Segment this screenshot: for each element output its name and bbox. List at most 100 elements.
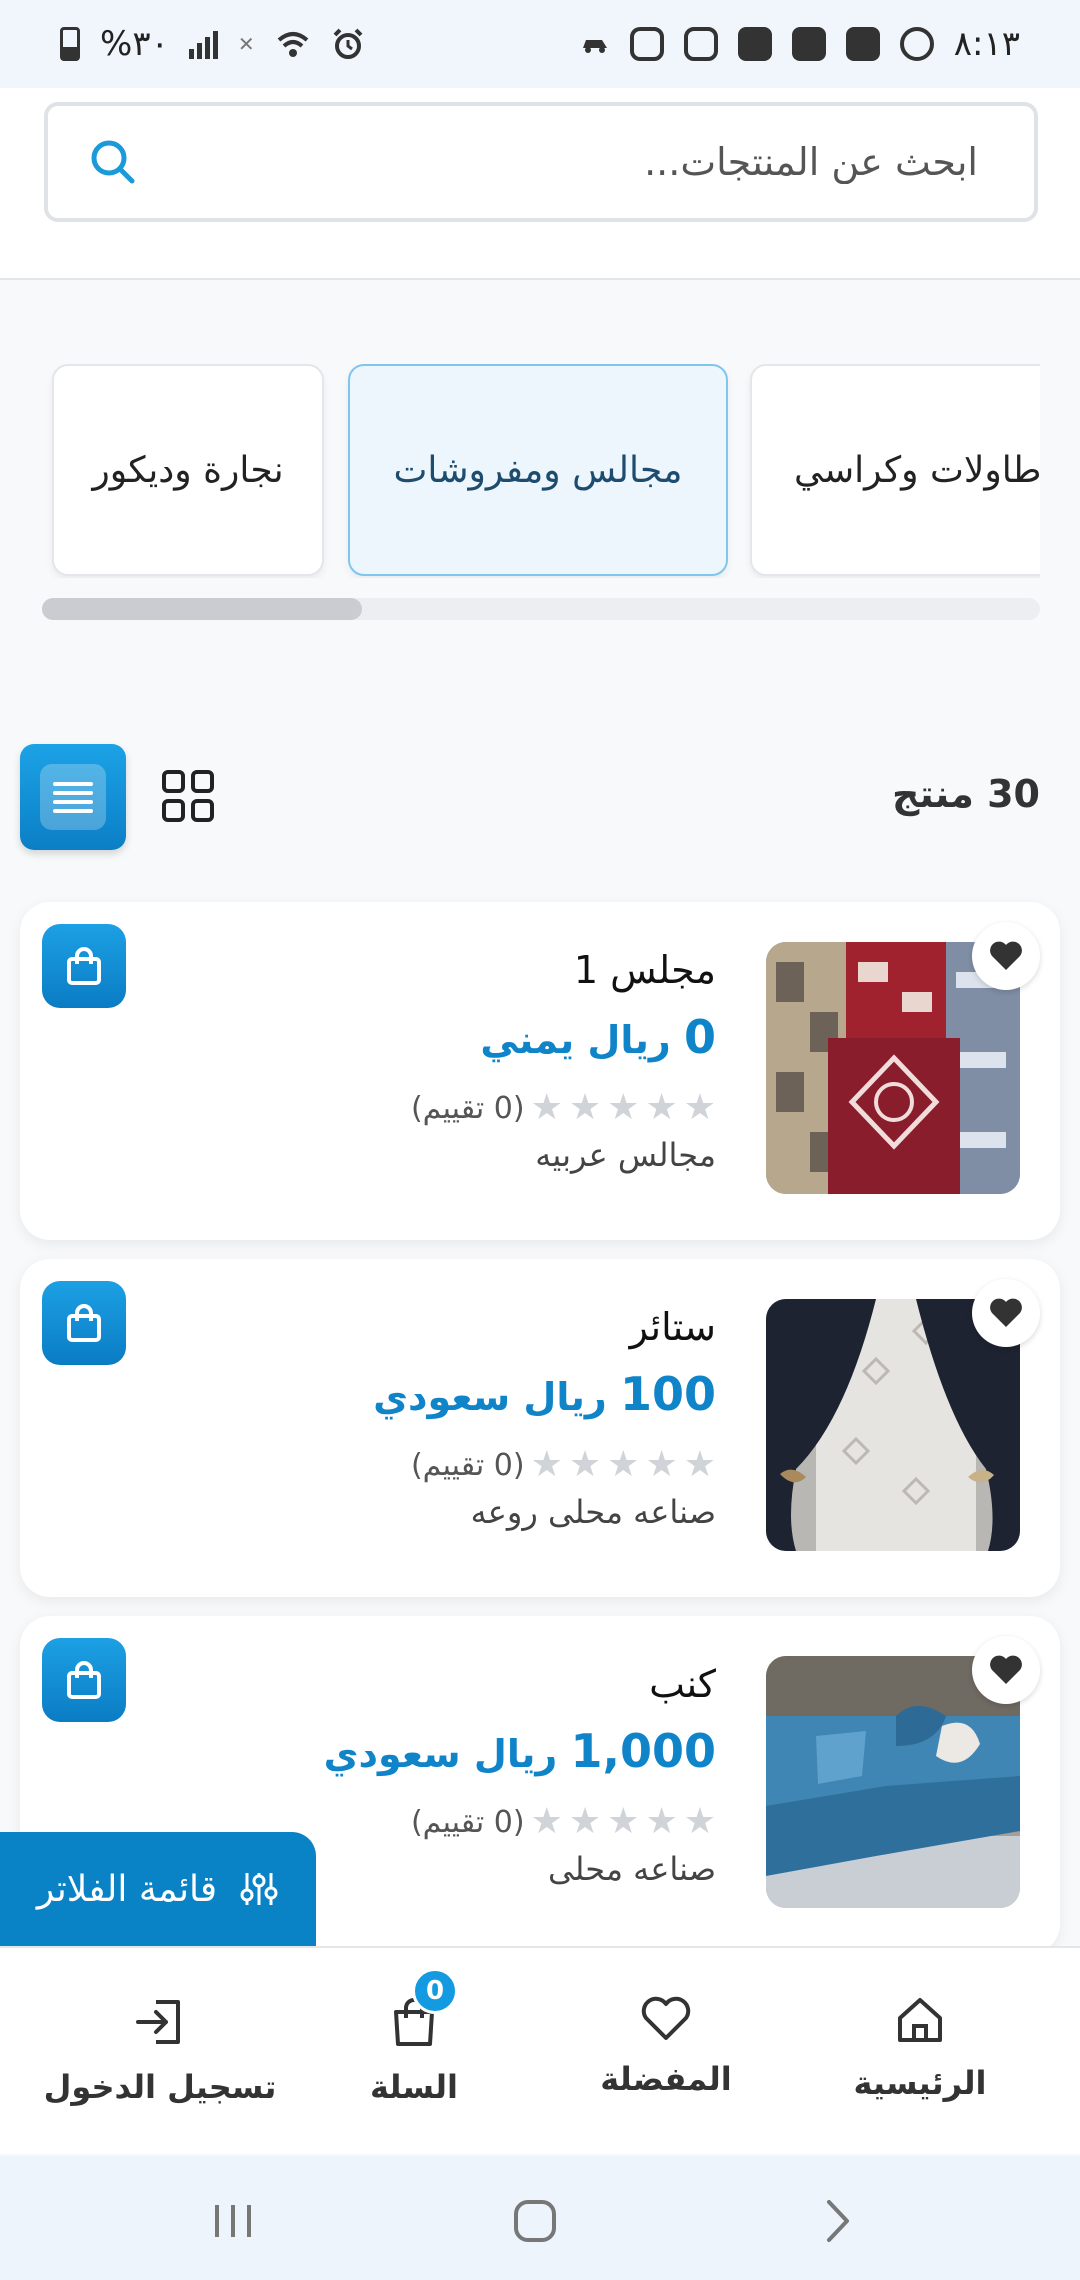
login-icon xyxy=(136,2000,180,2044)
heart-icon xyxy=(990,1298,1022,1327)
rating-count: (0 تقييم) xyxy=(410,1447,525,1483)
youtube-icon xyxy=(845,27,880,61)
home-circle-icon xyxy=(514,2200,556,2242)
product-price: 100 ريال سعودي xyxy=(373,1367,716,1421)
product-seller: صناعه محلى xyxy=(547,1850,716,1888)
signal-icon xyxy=(188,29,218,59)
nav-login[interactable]: تسجيل الدخول xyxy=(44,1948,276,2156)
product-seller: صناعه محلى روعه xyxy=(470,1493,716,1531)
whatsapp-icon xyxy=(899,27,934,61)
nav-cart[interactable]: 0 السلة xyxy=(354,1948,474,2156)
price-currency: ريال سعودي xyxy=(323,1732,558,1776)
search-icon[interactable] xyxy=(88,137,138,187)
nav-label: الرئيسية xyxy=(853,2064,987,2102)
grid-view-icon[interactable] xyxy=(160,768,216,824)
nav-label: تسجيل الدخول xyxy=(43,2068,277,2106)
nav-favorites[interactable]: المفضلة xyxy=(586,1948,746,2156)
category-carpentry-decor[interactable]: نجارة وديكور xyxy=(52,364,324,576)
favorite-button[interactable] xyxy=(972,922,1040,990)
wifi-icon xyxy=(277,32,308,57)
rating-count: (0 تقييم) xyxy=(410,1090,525,1126)
shopping-bag-icon xyxy=(67,947,101,985)
youtube-icon xyxy=(791,27,826,61)
add-to-cart-button[interactable] xyxy=(42,924,126,1008)
category-label: نجارة وديكور xyxy=(92,449,284,491)
star-icon: ★ xyxy=(530,1801,563,1842)
recent-apps-button[interactable] xyxy=(198,2186,268,2256)
heart-outline-icon xyxy=(641,1996,691,2040)
category-label: مجالس ومفروشات xyxy=(393,449,683,491)
status-left: %٣٠ ✕ xyxy=(60,24,365,64)
status-bar: %٣٠ ✕ ٨:١٣ xyxy=(0,0,1080,88)
star-icon: ★ xyxy=(683,1444,716,1485)
filters-label: قائمة الفلاتر xyxy=(36,1868,218,1910)
shopping-bag-icon xyxy=(67,1304,101,1342)
product-name[interactable]: مجلس 1 xyxy=(574,948,716,992)
product-seller: مجالس عربيه xyxy=(535,1136,716,1174)
product-count: 30 منتج xyxy=(891,772,1040,816)
add-to-cart-button[interactable] xyxy=(42,1281,126,1365)
instagram-icon xyxy=(683,27,718,61)
star-icon: ★ xyxy=(645,1087,678,1128)
product-card[interactable]: مجلس 1 0 ريال يمني ★ ★ ★ ★ ★ (0 تقييم) مجالس… xyxy=(20,902,1060,1240)
chevron-right-icon xyxy=(827,2200,849,2242)
cart-count-badge: 0 xyxy=(412,1968,458,2014)
add-to-cart-button[interactable] xyxy=(42,1638,126,1722)
product-price: 0 ريال يمني xyxy=(480,1010,716,1064)
star-icon: ★ xyxy=(568,1087,602,1128)
alarm-icon xyxy=(333,28,363,59)
price-currency: ريال سعودي xyxy=(373,1375,607,1419)
battery-icon xyxy=(60,27,80,61)
star-icon: ★ xyxy=(530,1087,563,1128)
nav-label: المفضلة xyxy=(600,2060,732,2098)
category-scrollbar[interactable] xyxy=(42,598,1040,620)
product-rating: ★ ★ ★ ★ ★ (0 تقييم) xyxy=(411,1802,716,1842)
mute-icon: ✕ xyxy=(237,32,255,56)
star-icon: ★ xyxy=(568,1444,602,1485)
nav-home[interactable]: الرئيسية xyxy=(840,1948,1000,2156)
back-button[interactable] xyxy=(802,2186,872,2256)
star-icon: ★ xyxy=(683,1801,716,1842)
youtube-icon xyxy=(737,27,772,61)
product-rating: ★ ★ ★ ★ ★ (0 تقييم) xyxy=(411,1445,716,1485)
product-rating: ★ ★ ★ ★ ★ (0 تقييم) xyxy=(411,1088,716,1128)
search-bar[interactable] xyxy=(44,102,1038,222)
product-name[interactable]: ستائر xyxy=(630,1305,716,1349)
heart-icon xyxy=(990,941,1022,970)
bottom-navigation: تسجيل الدخول 0 السلة المفضلة الرئيسية xyxy=(0,1946,1080,2154)
product-card[interactable]: ستائر 100 ريال سعودي ★ ★ ★ ★ ★ (0 تقييم) صنا… xyxy=(20,1259,1060,1597)
star-icon: ★ xyxy=(530,1444,563,1485)
price-value: 0 xyxy=(683,1010,716,1064)
battery-text: %٣٠ xyxy=(100,24,169,64)
favorite-button[interactable] xyxy=(972,1636,1040,1704)
search-input[interactable] xyxy=(178,140,978,184)
category-scrollbar-thumb[interactable] xyxy=(42,598,362,620)
category-tables-chairs[interactable]: طاولات وكراسي xyxy=(750,364,1040,576)
favorite-button[interactable] xyxy=(972,1279,1040,1347)
filters-button[interactable]: قائمة الفلاتر xyxy=(0,1832,316,1946)
price-currency: ريال يمني xyxy=(480,1018,671,1062)
clock: ٨:١٣ xyxy=(953,24,1020,64)
product-name[interactable]: كنب xyxy=(649,1662,716,1706)
product-price: 1,000 ريال سعودي xyxy=(324,1724,716,1778)
heart-icon xyxy=(990,1655,1022,1684)
sliders-icon xyxy=(240,1873,278,1905)
instagram-icon xyxy=(629,27,664,61)
star-icon: ★ xyxy=(607,1087,640,1128)
recent-apps-icon xyxy=(215,2205,251,2237)
star-icon: ★ xyxy=(683,1087,716,1128)
category-label: طاولات وكراسي xyxy=(794,449,1040,491)
category-list[interactable]: نجارة وديكور مجالس ومفروشات طاولات وكراس… xyxy=(42,364,1040,578)
star-icon: ★ xyxy=(607,1444,640,1485)
header xyxy=(0,88,1080,280)
home-button[interactable] xyxy=(500,2186,570,2256)
system-navigation-bar xyxy=(0,2156,1080,2280)
category-majalis-furnishings[interactable]: مجالس ومفروشات xyxy=(348,364,728,576)
star-icon: ★ xyxy=(568,1801,602,1842)
star-icon: ★ xyxy=(645,1801,678,1842)
status-right: ٨:١٣ xyxy=(580,24,1020,64)
price-value: 1,000 xyxy=(570,1724,716,1778)
screen: %٣٠ ✕ ٨:١٣ نجارة وديكور مجالس ومفروشات ط… xyxy=(0,0,1080,2280)
home-icon xyxy=(898,1998,942,2042)
list-view-button[interactable] xyxy=(20,744,126,850)
